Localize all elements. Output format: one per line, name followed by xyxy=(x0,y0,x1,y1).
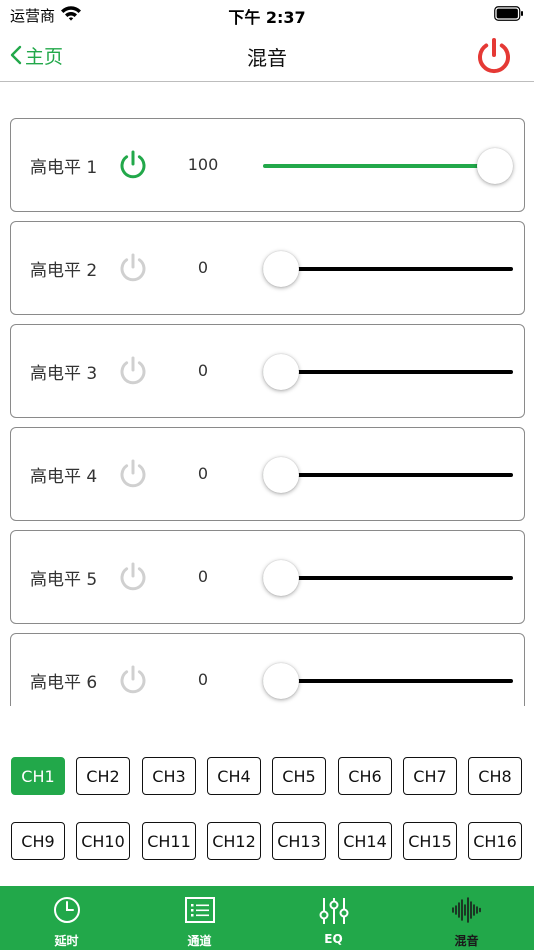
ch-button-8[interactable]: CH8 xyxy=(468,757,522,795)
channel-card: 高电平 2 0 xyxy=(10,221,525,315)
channel-card: 高电平 6 0 xyxy=(10,633,525,706)
channel-card: 高电平 1 100 xyxy=(10,118,525,212)
tab-label: 延时 xyxy=(54,934,79,948)
ch-button-3[interactable]: CH3 xyxy=(142,757,196,795)
tab-eq[interactable]: EQ xyxy=(267,886,400,950)
slider-track xyxy=(263,267,513,271)
level-slider[interactable] xyxy=(263,249,513,289)
channel-value: 0 xyxy=(197,464,209,483)
chevron-left-icon xyxy=(10,45,22,65)
slider-thumb[interactable] xyxy=(477,148,513,184)
waveform-icon xyxy=(451,897,481,923)
tab-mix[interactable]: 混音 xyxy=(400,886,533,950)
ch-button-2[interactable]: CH2 xyxy=(76,757,130,795)
channel-label: 高电平 4 xyxy=(30,467,98,487)
channel-value: 100 xyxy=(187,155,219,174)
level-slider[interactable] xyxy=(263,661,513,701)
tab-label: EQ xyxy=(324,932,343,946)
ch-button-10[interactable]: CH10 xyxy=(76,822,130,860)
ch-button-4[interactable]: CH4 xyxy=(207,757,261,795)
level-slider[interactable] xyxy=(263,146,513,186)
channel-power-icon[interactable] xyxy=(117,149,149,181)
status-bar: 运营商 下午 2:37 xyxy=(0,0,534,30)
slider-track xyxy=(263,576,513,580)
slider-fill xyxy=(263,164,495,168)
ch-button-6[interactable]: CH6 xyxy=(338,757,392,795)
ch-button-13[interactable]: CH13 xyxy=(272,822,326,860)
channel-power-icon[interactable] xyxy=(117,355,149,387)
clock-icon xyxy=(53,897,80,923)
channel-label: 高电平 5 xyxy=(30,570,98,590)
power-button[interactable] xyxy=(474,36,514,76)
ch-button-14[interactable]: CH14 xyxy=(338,822,392,860)
back-label: 主页 xyxy=(25,45,64,68)
navigation-bar: 主页 混音 xyxy=(0,30,534,82)
slider-thumb[interactable] xyxy=(263,457,299,493)
back-button[interactable]: 主页 xyxy=(10,41,63,69)
list-icon xyxy=(184,897,215,923)
slider-thumb[interactable] xyxy=(263,354,299,390)
channel-power-icon[interactable] xyxy=(117,561,149,593)
channel-card: 高电平 4 0 xyxy=(10,427,525,521)
channel-card: 高电平 5 0 xyxy=(10,530,525,624)
channel-value: 0 xyxy=(197,567,209,586)
channel-label: 高电平 2 xyxy=(30,261,98,281)
level-slider[interactable] xyxy=(263,558,513,598)
slider-track xyxy=(263,370,513,374)
channel-value: 0 xyxy=(197,361,209,380)
level-slider[interactable] xyxy=(263,352,513,392)
channel-label: 高电平 1 xyxy=(30,158,98,178)
channel-card: 高电平 3 0 xyxy=(10,324,525,418)
ch-button-5[interactable]: CH5 xyxy=(272,757,326,795)
channel-power-icon[interactable] xyxy=(117,664,149,696)
ch-button-7[interactable]: CH7 xyxy=(403,757,457,795)
slider-thumb[interactable] xyxy=(263,560,299,596)
ch-button-9[interactable]: CH9 xyxy=(11,822,65,860)
ch-button-16[interactable]: CH16 xyxy=(468,822,522,860)
slider-thumb[interactable] xyxy=(263,251,299,287)
channel-label: 高电平 3 xyxy=(30,364,98,384)
page-title: 混音 xyxy=(247,46,287,70)
level-slider[interactable] xyxy=(263,455,513,495)
channel-power-icon[interactable] xyxy=(117,252,149,284)
channel-label: 高电平 6 xyxy=(30,673,98,693)
channel-list[interactable]: 高电平 1 100 高电平 2 0 高电平 3 0 高电平 4 0 高电平 5 … xyxy=(0,83,534,706)
ch-button-1[interactable]: CH1 xyxy=(11,757,65,795)
channel-value: 0 xyxy=(197,258,209,277)
tab-delay[interactable]: 延时 xyxy=(0,886,133,950)
ch-button-11[interactable]: CH11 xyxy=(142,822,196,860)
slider-thumb[interactable] xyxy=(263,663,299,699)
tab-label: 通道 xyxy=(187,934,212,948)
slider-track xyxy=(263,473,513,477)
channel-value: 0 xyxy=(197,670,209,689)
ch-button-15[interactable]: CH15 xyxy=(403,822,457,860)
battery-icon xyxy=(494,6,523,21)
tab-bar: 延时 通道 EQ 混音 xyxy=(0,886,534,950)
equalizer-sliders-icon xyxy=(319,898,348,924)
slider-track xyxy=(263,679,513,683)
tab-channel[interactable]: 通道 xyxy=(133,886,266,950)
ch-button-12[interactable]: CH12 xyxy=(207,822,261,860)
status-time: 下午 2:37 xyxy=(228,8,306,27)
channel-power-icon[interactable] xyxy=(117,458,149,490)
tab-label: 混音 xyxy=(454,934,479,948)
